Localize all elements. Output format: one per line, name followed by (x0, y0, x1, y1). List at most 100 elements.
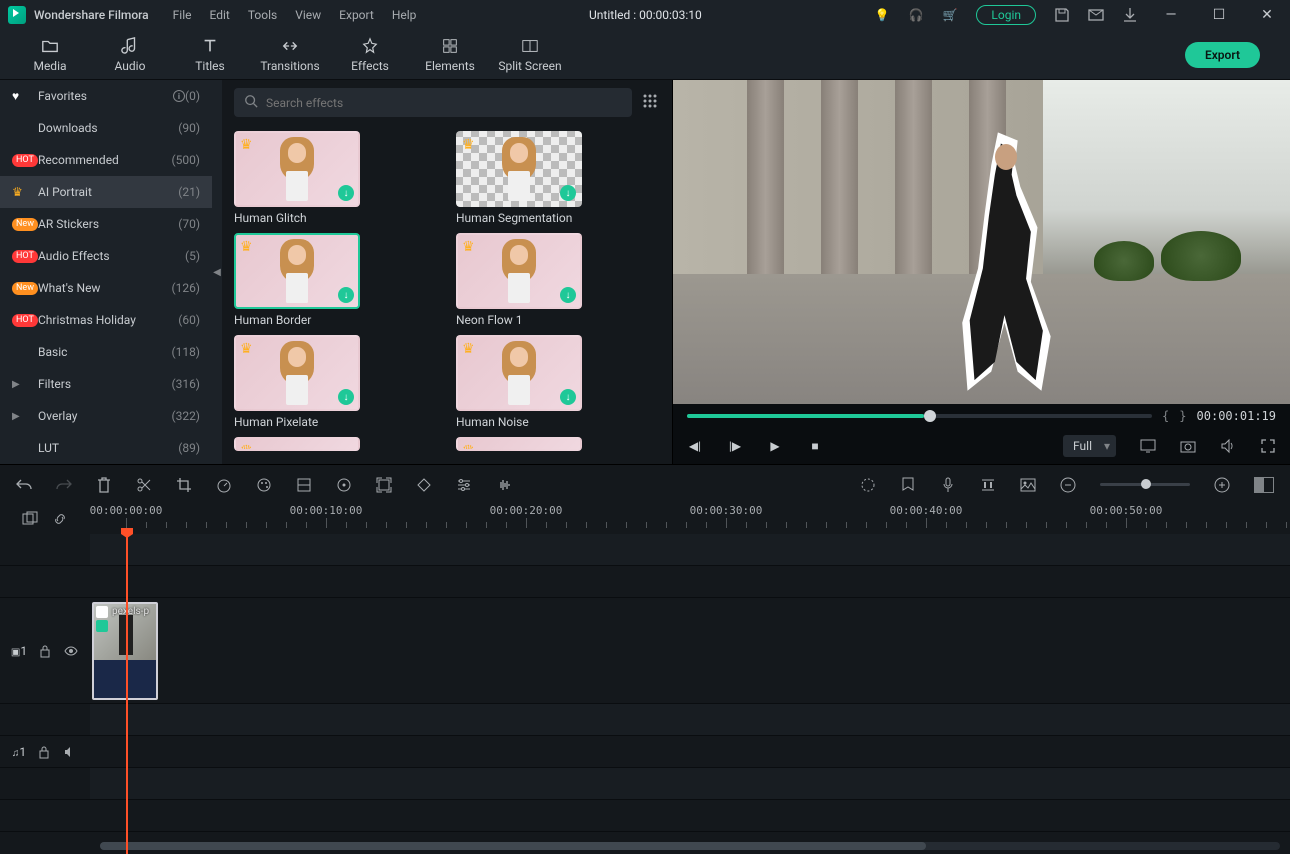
keyframe-icon[interactable] (416, 477, 432, 493)
mark-out-icon[interactable]: } (1179, 409, 1186, 423)
search-input[interactable] (266, 96, 622, 110)
mark-in-icon[interactable]: { (1162, 409, 1169, 423)
fullscreen-icon[interactable] (1260, 439, 1276, 453)
timeline-scrollbar[interactable] (100, 842, 1280, 850)
progress-track[interactable] (687, 414, 1152, 418)
menu-edit[interactable]: Edit (210, 8, 230, 22)
speed-icon[interactable] (216, 477, 232, 493)
download-icon[interactable] (1122, 7, 1138, 23)
menu-export[interactable]: Export (339, 8, 374, 22)
sidebar-collapse-handle[interactable]: ◀ (212, 80, 222, 464)
search-box[interactable] (234, 88, 632, 117)
sidebar-item-basic[interactable]: Basic(118) (0, 336, 212, 368)
effect-human-border[interactable]: ♛↓Human Border (234, 233, 438, 327)
stop-icon[interactable]: ■ (807, 439, 823, 453)
effect-human-pixelate[interactable]: ♛↓Human Pixelate (234, 335, 438, 429)
menu-help[interactable]: Help (392, 8, 417, 22)
effect-neon-flow-1[interactable]: ♛↓Neon Flow 1 (456, 233, 660, 327)
tab-audio[interactable]: Audio (90, 37, 170, 73)
mail-icon[interactable] (1088, 7, 1104, 23)
voiceover-icon[interactable] (940, 477, 956, 493)
sidebar-item-audio-effects[interactable]: HOTAudio Effects(5) (0, 240, 212, 272)
track-manage-icon[interactable] (22, 511, 38, 527)
download-icon[interactable]: ↓ (338, 389, 354, 405)
tab-effects[interactable]: Effects (330, 37, 410, 73)
sidebar-item-christmas-holiday[interactable]: HOTChristmas Holiday(60) (0, 304, 212, 336)
download-icon[interactable]: ↓ (560, 389, 576, 405)
grid-view-icon[interactable] (642, 93, 660, 112)
lock-icon[interactable] (37, 643, 53, 659)
delete-icon[interactable] (96, 477, 112, 493)
next-frame-icon[interactable]: |▶ (727, 439, 743, 453)
download-icon[interactable]: ↓ (338, 185, 354, 201)
playhead[interactable] (126, 534, 128, 854)
effect-human-glitch[interactable]: ♛↓Human Glitch (234, 131, 438, 225)
zoom-out-icon[interactable] (1060, 477, 1076, 493)
snapshot-icon[interactable] (1180, 439, 1196, 453)
zoom-in-icon[interactable] (1214, 477, 1230, 493)
maximize-button[interactable]: ☐ (1204, 7, 1234, 23)
quality-select[interactable]: Full (1063, 435, 1116, 457)
login-button[interactable]: Login (976, 5, 1036, 25)
sidebar-item-ai-portrait[interactable]: ♛AI Portrait(21) (0, 176, 212, 208)
undo-icon[interactable] (16, 477, 32, 493)
render-icon[interactable] (860, 477, 876, 493)
adjust-icon[interactable] (456, 477, 472, 493)
lock-icon[interactable] (36, 744, 52, 760)
color-icon[interactable] (256, 477, 272, 493)
video-track-body[interactable]: pexels-p (90, 598, 1290, 703)
fit-icon[interactable] (376, 477, 392, 493)
sidebar-item-lut[interactable]: LUT(89) (0, 432, 212, 464)
tab-split-screen[interactable]: Split Screen (490, 37, 570, 73)
preview-video[interactable] (673, 80, 1290, 404)
download-icon[interactable]: ↓ (560, 287, 576, 303)
menu-file[interactable]: File (173, 8, 192, 22)
sidebar-item-favorites[interactable]: ♥Favoritesi(0) (0, 80, 212, 112)
audio-track-body[interactable] (90, 736, 1290, 767)
speaker-icon[interactable] (62, 744, 78, 760)
close-button[interactable]: ✕ (1252, 7, 1282, 23)
effect-human-segmentation[interactable]: ♛↓Human Segmentation (456, 131, 660, 225)
sidebar-item-recommended[interactable]: HOTRecommended(500) (0, 144, 212, 176)
menu-tools[interactable]: Tools (248, 8, 277, 22)
zoom-slider[interactable] (1100, 483, 1190, 486)
effect-human-noise[interactable]: ♛↓Human Noise (456, 335, 660, 429)
info-icon[interactable]: i (173, 90, 185, 102)
effect-partial[interactable]: ♛ (456, 437, 660, 451)
timeline-ruler[interactable]: 00:00:00:0000:00:10:0000:00:20:0000:00:3… (90, 504, 1290, 534)
audio-adjust-icon[interactable] (496, 477, 512, 493)
mixer-icon[interactable] (980, 477, 996, 493)
prev-frame-icon[interactable]: ◀| (687, 439, 703, 453)
marker-icon[interactable] (900, 477, 916, 493)
download-icon[interactable]: ↓ (338, 287, 354, 303)
video-clip[interactable]: pexels-p (92, 602, 158, 700)
menu-view[interactable]: View (295, 8, 321, 22)
cart-icon[interactable]: 🛒 (942, 7, 958, 23)
volume-icon[interactable] (1220, 439, 1236, 453)
eye-icon[interactable] (63, 643, 79, 659)
sidebar-item-overlay[interactable]: ▶Overlay(322) (0, 400, 212, 432)
sidebar-item-what's-new[interactable]: NewWhat's New(126) (0, 272, 212, 304)
tab-transitions[interactable]: Transitions (250, 37, 330, 73)
minimize-button[interactable]: — (1156, 7, 1186, 23)
export-button[interactable]: Export (1185, 42, 1260, 68)
headphone-icon[interactable]: 🎧 (908, 7, 924, 23)
lightbulb-icon[interactable]: 💡 (874, 7, 890, 23)
crop-icon[interactable] (176, 477, 192, 493)
sidebar-item-ar-stickers[interactable]: NewAR Stickers(70) (0, 208, 212, 240)
split-icon[interactable] (136, 477, 152, 493)
redo-icon[interactable] (56, 477, 72, 493)
effect-partial[interactable]: ♛ (234, 437, 438, 451)
tab-elements[interactable]: Elements (410, 37, 490, 73)
zoom-fit-icon[interactable] (1254, 477, 1274, 493)
tab-titles[interactable]: Titles (170, 37, 250, 73)
sidebar-item-filters[interactable]: ▶Filters(316) (0, 368, 212, 400)
save-icon[interactable] (1054, 7, 1070, 23)
display-icon[interactable] (1140, 439, 1156, 453)
link-icon[interactable] (52, 511, 68, 527)
play-icon[interactable]: ▶ (767, 439, 783, 453)
tab-media[interactable]: Media (10, 37, 90, 73)
picture-icon[interactable] (1020, 477, 1036, 493)
motion-icon[interactable] (336, 477, 352, 493)
sidebar-item-downloads[interactable]: Downloads(90) (0, 112, 212, 144)
